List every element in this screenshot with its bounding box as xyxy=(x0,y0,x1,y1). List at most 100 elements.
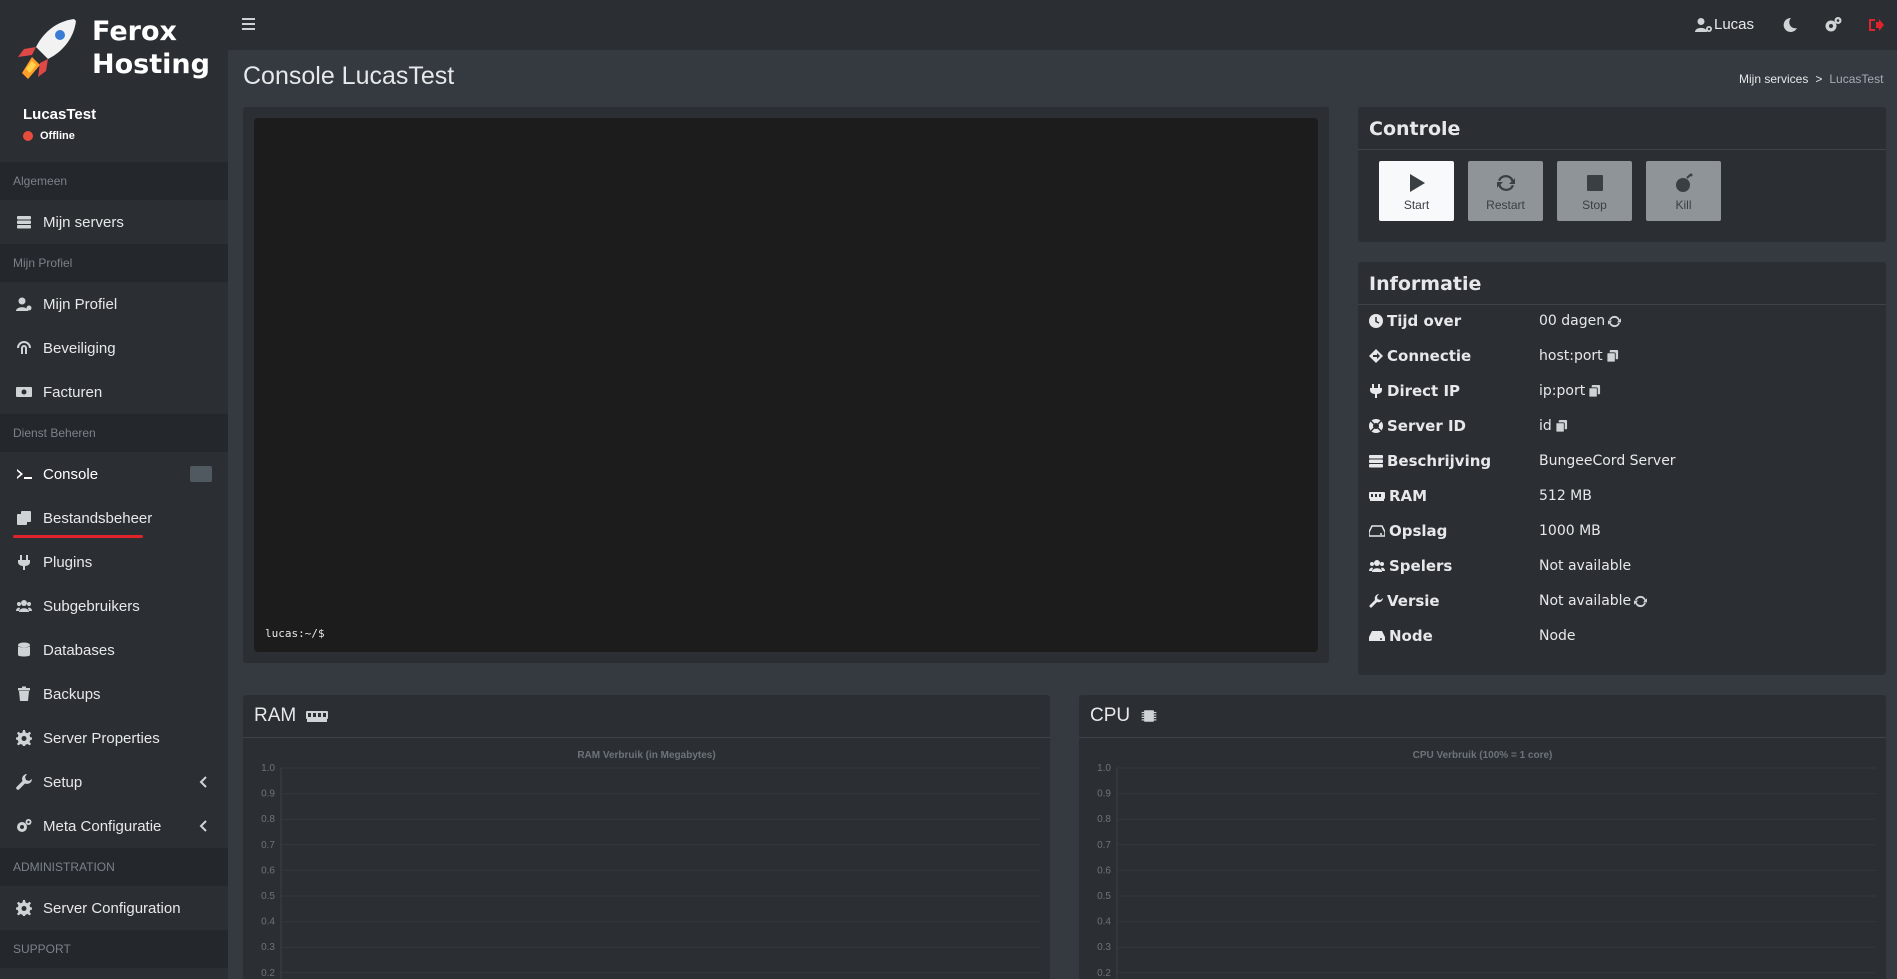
start-button[interactable]: Start xyxy=(1379,161,1454,221)
breadcrumb-current: LucasTest xyxy=(1829,72,1884,86)
sidebar-item-bestandsbeheer[interactable]: Bestandsbeheer xyxy=(0,496,228,540)
nav-header-mijn-profiel: Mijn Profiel xyxy=(0,244,228,282)
info-row-connectie: Connectie host:port xyxy=(1369,346,1879,366)
info-row-beschrijving: Beschrijving BungeeCord Server xyxy=(1369,451,1879,471)
brand[interactable]: Ferox Hosting xyxy=(0,0,228,96)
sidebar-item-facturen[interactable]: Facturen xyxy=(0,370,228,414)
sidebar-item-meta-configuratie[interactable]: Meta Configuratie xyxy=(0,804,228,848)
informatie-title: Informatie xyxy=(1358,262,1886,305)
info-row-direct-ip: Direct IP ip:port xyxy=(1369,381,1879,401)
ram-y-tick-label: 0.7 xyxy=(261,840,275,851)
copy-icon[interactable] xyxy=(1588,384,1601,398)
server-status-text: Offline xyxy=(40,130,75,142)
sidebar-item-subgebruikers[interactable]: Subgebruikers xyxy=(0,584,228,628)
sidebar-item-label: Plugins xyxy=(43,553,93,571)
memory-icon xyxy=(306,711,329,722)
breadcrumb-parent[interactable]: Mijn services xyxy=(1739,72,1808,86)
stop-button[interactable]: Stop xyxy=(1557,161,1632,221)
sidebar-item-beveiliging[interactable]: Beveiliging xyxy=(0,326,228,370)
copy-icon xyxy=(15,510,33,526)
wrench-icon xyxy=(15,774,33,790)
external-link-icon[interactable] xyxy=(190,466,212,482)
console-output[interactable]: lucas:~/$ xyxy=(254,118,1318,652)
moon-icon[interactable] xyxy=(1781,16,1799,34)
sidebar-item-backups[interactable]: Backups xyxy=(0,672,228,716)
sidebar-item-databases[interactable]: Databases xyxy=(0,628,228,672)
sidebar-item-mijn-servers[interactable]: Mijn servers xyxy=(0,200,228,244)
sidebar-item-label: Server Configuration xyxy=(43,899,181,917)
nav-header-administration: ADMINISTRATION xyxy=(0,848,228,886)
chevron-left-icon[interactable] xyxy=(198,774,208,790)
refresh-icon[interactable] xyxy=(1634,595,1648,608)
page-title: Console LucasTest xyxy=(243,62,455,90)
users-icon xyxy=(15,598,33,614)
ram-y-tick-label: 0.5 xyxy=(261,891,275,902)
rocket-logo-icon xyxy=(18,19,76,79)
copy-icon[interactable] xyxy=(1606,349,1619,363)
server-info: LucasTest Offline xyxy=(0,96,228,162)
cpu-y-tick-label: 0.6 xyxy=(1097,865,1111,876)
info-label: Tijd over xyxy=(1387,312,1462,330)
hamburger-menu-icon[interactable] xyxy=(242,18,255,30)
sidebar-item-label: Server Properties xyxy=(43,729,160,747)
kill-button[interactable]: Kill xyxy=(1646,161,1721,221)
cpu-y-tick-label: 0.2 xyxy=(1097,968,1111,979)
sidebar-item-label: Backups xyxy=(43,685,101,703)
info-label: Direct IP xyxy=(1387,382,1461,400)
logout-icon[interactable] xyxy=(1867,16,1885,34)
cpu-y-tick-label: 0.7 xyxy=(1097,840,1111,851)
info-value: host:port xyxy=(1539,348,1603,364)
clock-icon xyxy=(1369,314,1383,328)
nav-header-dienst-beheren: Dienst Beheren xyxy=(0,414,228,452)
info-value: 512 MB xyxy=(1539,488,1592,504)
info-value: ip:port xyxy=(1539,383,1586,399)
copy-icon[interactable] xyxy=(1555,419,1568,433)
server-name: LucasTest xyxy=(23,106,97,123)
cog-icon xyxy=(15,900,33,916)
info-value: Not available xyxy=(1539,593,1632,609)
active-underline xyxy=(13,535,143,538)
info-row-versie: Versie Not available xyxy=(1369,591,1879,611)
refresh-icon[interactable] xyxy=(1608,315,1622,328)
chevron-left-icon[interactable] xyxy=(198,818,208,834)
controle-title: Controle xyxy=(1358,107,1886,150)
sidebar-item-label: Beveiliging xyxy=(43,339,116,357)
cog-icon xyxy=(15,730,33,746)
plug-icon xyxy=(15,554,33,570)
info-row-ram: RAM 512 MB xyxy=(1369,486,1879,506)
info-row-node: Node Node xyxy=(1369,626,1879,646)
database-icon xyxy=(15,642,33,658)
info-row-tijd-over: Tijd over 00 dagen xyxy=(1369,311,1879,331)
cpu-chart-title: CPU Verbruik (100% = 1 core) xyxy=(1413,750,1553,761)
sidebar-item-server-configuration[interactable]: Server Configuration xyxy=(0,886,228,930)
user-menu[interactable]: Lucas xyxy=(1695,16,1754,33)
sidebar-item-console[interactable]: Console xyxy=(0,452,228,496)
sidebar-item-plugins[interactable]: Plugins xyxy=(0,540,228,584)
informatie-card: Informatie Tijd over 00 dagen Connectie … xyxy=(1358,262,1886,675)
cogs-icon[interactable] xyxy=(1824,16,1842,34)
info-label: Connectie xyxy=(1387,347,1472,365)
sync-icon xyxy=(1496,174,1515,192)
ram-y-tick-label: 0.2 xyxy=(261,968,275,979)
memory-icon xyxy=(1369,492,1385,501)
sidebar-item-label: Bestandsbeheer xyxy=(43,509,153,527)
info-label: Opslag xyxy=(1389,522,1448,540)
sidebar-item-label: Console xyxy=(43,465,99,483)
cpu-y-tick-label: 0.3 xyxy=(1097,942,1111,953)
ram-chart-title: RAM Verbruik (in Megabytes) xyxy=(577,750,715,761)
sidebar-item-setup[interactable]: Setup xyxy=(0,760,228,804)
console-prompt[interactable]: lucas:~/$ xyxy=(265,627,325,640)
diamond-arrow-icon xyxy=(1369,349,1383,363)
stop-label: Stop xyxy=(1582,198,1607,212)
cpu-chart-header: CPU xyxy=(1079,695,1886,738)
info-label: Versie xyxy=(1387,592,1440,610)
cpu-chart-card: CPU CPU Verbruik (100% = 1 core) 1.0 0.9 0.… xyxy=(1079,695,1886,979)
info-value: Not available xyxy=(1539,558,1632,574)
restart-button[interactable]: Restart xyxy=(1468,161,1543,221)
sidebar-item-label: Setup xyxy=(43,773,83,791)
trash-icon xyxy=(15,686,33,702)
sidebar-item-mijn-profiel[interactable]: Mijn Profiel xyxy=(0,282,228,326)
ram-chart-header: RAM xyxy=(243,695,1050,738)
sidebar-item-server-properties[interactable]: Server Properties xyxy=(0,716,228,760)
cogs-icon xyxy=(15,818,33,834)
